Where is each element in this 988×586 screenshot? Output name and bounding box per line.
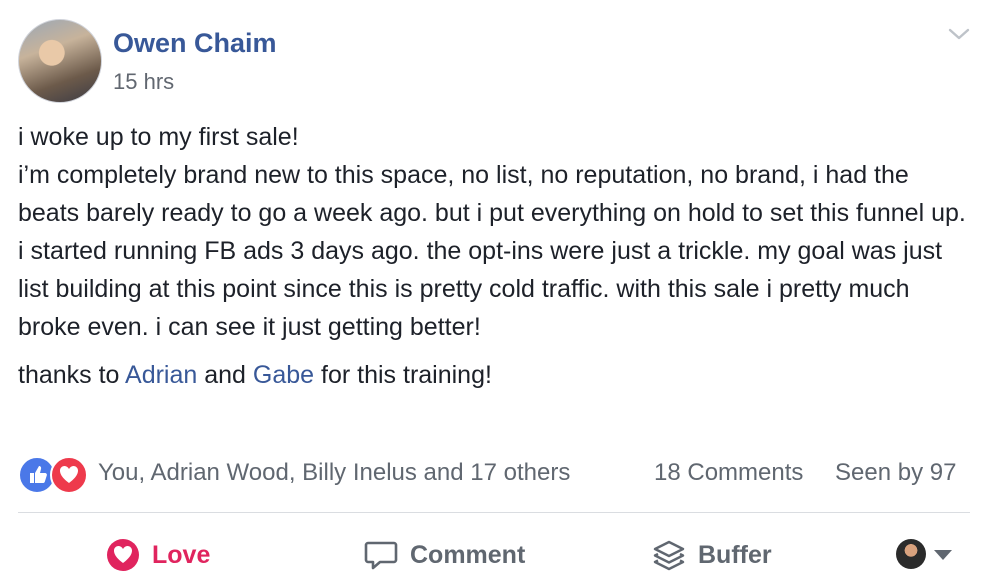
post-body: i woke up to my first sale! i’m complete… xyxy=(18,118,973,394)
post-paragraph-2: thanks to Adrian and Gabe for this train… xyxy=(18,356,973,394)
caret-down-icon[interactable] xyxy=(934,550,952,560)
post-paragraph-1: i woke up to my first sale! i’m complete… xyxy=(18,123,966,341)
chevron-down-icon[interactable] xyxy=(947,24,971,44)
text-and: and xyxy=(197,361,253,389)
reactions-summary[interactable]: You, Adrian Wood, Billy Inelus and 17 ot… xyxy=(98,459,570,487)
text-training: for this training! xyxy=(314,361,492,389)
text-thanks: thanks to xyxy=(18,361,126,389)
love-button[interactable]: Love xyxy=(106,537,210,573)
viewer-avatar[interactable] xyxy=(896,539,926,569)
buffer-icon xyxy=(653,540,685,571)
divider xyxy=(18,512,970,513)
author-avatar[interactable] xyxy=(18,19,102,103)
author-name[interactable]: Owen Chaim xyxy=(113,28,277,59)
love-reaction-icon[interactable] xyxy=(50,456,88,494)
love-label: Love xyxy=(152,540,211,569)
mention-gabe[interactable]: Gabe xyxy=(253,361,314,389)
comment-label: Comment xyxy=(410,540,526,569)
mention-adrian[interactable]: Adrian xyxy=(125,361,197,389)
seen-by-count[interactable]: Seen by 97 xyxy=(835,459,956,487)
post-timestamp[interactable]: 15 hrs xyxy=(113,69,174,95)
buffer-button[interactable]: Buffer xyxy=(652,537,772,573)
heart-icon xyxy=(107,539,139,571)
comment-button[interactable]: Comment xyxy=(364,537,525,573)
buffer-label: Buffer xyxy=(698,540,772,569)
comment-icon xyxy=(364,541,398,570)
comments-count[interactable]: 18 Comments xyxy=(654,459,803,487)
